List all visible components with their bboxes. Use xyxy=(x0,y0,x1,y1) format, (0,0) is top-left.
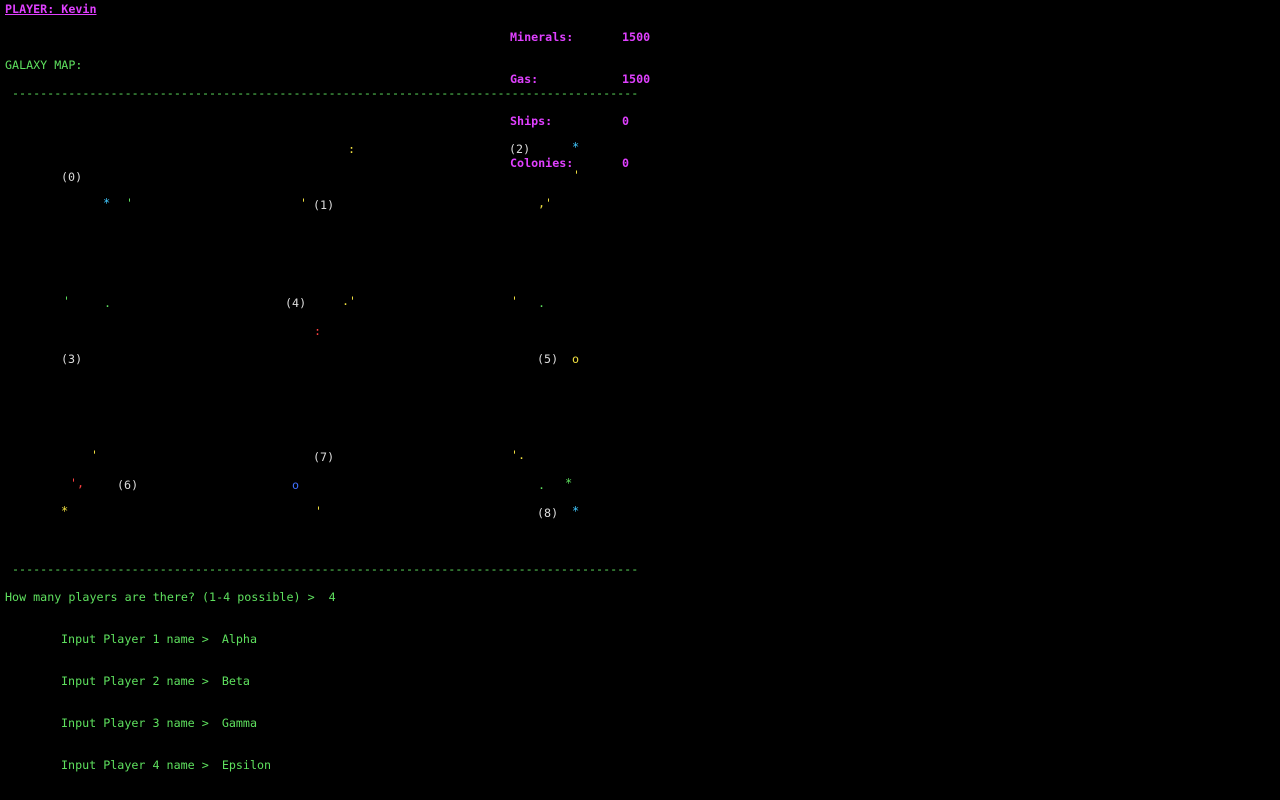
map-marker: ' xyxy=(315,504,323,518)
star-marker: * xyxy=(61,504,69,518)
star-marker: * xyxy=(572,504,580,518)
stat-ships: Ships: 0 xyxy=(510,114,650,128)
planet-label: (3) xyxy=(61,352,83,366)
planet-label: (4) xyxy=(285,296,307,310)
entry-value: Alpha xyxy=(221,632,257,646)
stat-label: Gas: xyxy=(510,72,539,86)
map-marker: .' xyxy=(342,294,357,308)
entry-label: Input Player 1 name > xyxy=(61,632,216,646)
map-marker: ', xyxy=(70,476,85,490)
player-name-entry: Input Player 3 name > Gamma xyxy=(61,716,271,730)
map-marker: o xyxy=(572,352,580,366)
star-marker: * xyxy=(565,476,573,490)
stat-colonies: Colonies: 0 xyxy=(510,156,650,170)
map-marker: ' xyxy=(91,448,99,462)
map-marker: ' xyxy=(511,294,519,308)
player-count-prompt: How many players are there? (1-4 possibl… xyxy=(5,590,336,604)
star-marker: * xyxy=(572,140,580,154)
stat-label: Colonies: xyxy=(510,156,574,170)
stat-value: 1500 xyxy=(622,72,651,86)
stat-gas: Gas: 1500 xyxy=(510,72,650,86)
map-marker: . xyxy=(104,296,112,310)
map-marker: . xyxy=(538,296,546,310)
entry-label: Input Player 2 name > xyxy=(61,674,216,688)
stat-value: 0 xyxy=(622,114,630,128)
player-name-entry: Input Player 2 name > Beta xyxy=(61,674,271,688)
planet-label: (2) xyxy=(509,142,531,156)
planet-label: (6) xyxy=(117,478,139,492)
galaxy-map-title: GALAXY MAP: xyxy=(5,58,83,72)
player-name-entry: Input Player 4 name > Epsilon xyxy=(61,758,271,772)
map-marker: ' xyxy=(126,196,134,210)
star-marker: * xyxy=(103,196,111,210)
map-marker: o xyxy=(292,478,300,492)
planet-label: (1) xyxy=(313,198,335,212)
map-marker: ,' xyxy=(538,196,553,210)
entry-value: Gamma xyxy=(221,716,257,730)
stat-label: Ships: xyxy=(510,114,553,128)
entry-value: Epsilon xyxy=(221,758,272,772)
planet-label: (7) xyxy=(313,450,335,464)
stat-value: 1500 xyxy=(622,30,651,44)
map-marker: : xyxy=(314,324,322,338)
map-marker: '. xyxy=(511,448,526,462)
player-name: PLAYER: Kevin xyxy=(5,2,97,16)
map-marker: ' xyxy=(63,294,71,308)
map-marker: . xyxy=(538,478,546,492)
stat-minerals: Minerals: 1500 xyxy=(510,30,650,44)
map-marker: ' xyxy=(300,196,308,210)
entry-label: Input Player 3 name > xyxy=(61,716,216,730)
map-marker: ' xyxy=(573,168,581,182)
stat-label: Minerals: xyxy=(510,30,574,44)
player-name-entry: Input Player 1 name > Alpha xyxy=(61,632,271,646)
entry-value: Beta xyxy=(221,674,250,688)
player-name-entries: Input Player 1 name > Alpha Input Player… xyxy=(61,604,271,786)
map-top-divider: ----------------------------------------… xyxy=(12,86,639,100)
planet-label: (8) xyxy=(537,506,559,520)
map-bottom-divider: ----------------------------------------… xyxy=(12,562,639,576)
map-marker: : xyxy=(348,142,356,156)
planet-label: (0) xyxy=(61,170,83,184)
stat-value: 0 xyxy=(622,156,630,170)
planet-label: (5) xyxy=(537,352,559,366)
entry-label: Input Player 4 name > xyxy=(61,758,216,772)
